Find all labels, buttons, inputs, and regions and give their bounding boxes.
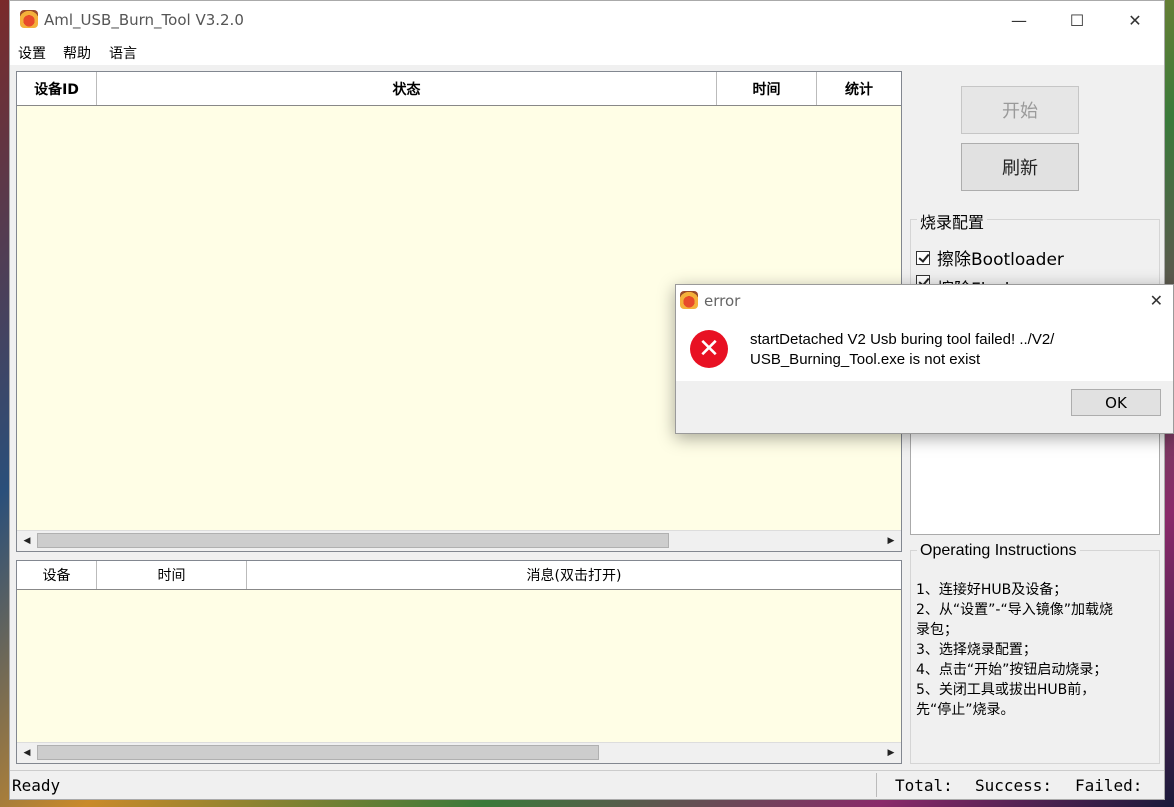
title-bar: Aml_USB_Burn_Tool V3.2.0 — ☐ ✕ xyxy=(10,1,1164,39)
instruction-line: 先“停止”烧录。 xyxy=(916,702,1015,718)
status-ready: Ready xyxy=(12,776,61,795)
log-table-hscrollbar[interactable]: ◀ ▶ xyxy=(17,742,901,763)
instructions-title: Operating Instructions xyxy=(917,542,1080,560)
close-button[interactable]: ✕ xyxy=(1106,1,1164,39)
menu-settings[interactable]: 设置 xyxy=(18,43,46,63)
checkbox-checked-icon xyxy=(916,250,930,265)
col-time[interactable]: 时间 xyxy=(717,72,817,105)
status-success: Success: xyxy=(975,776,1053,795)
device-table-hscrollbar[interactable]: ◀ ▶ xyxy=(17,530,901,551)
dialog-message-line: USB_Burning_Tool.exe is not exist xyxy=(750,351,981,368)
log-table-header: 设备 时间 消息(双击打开) xyxy=(17,561,901,590)
refresh-button[interactable]: 刷新 xyxy=(961,143,1079,191)
col-device-id[interactable]: 设备ID xyxy=(17,72,97,105)
dialog-message: startDetached V2 Usb buring tool failed!… xyxy=(750,330,1054,370)
menu-help[interactable]: 帮助 xyxy=(63,43,91,63)
scroll-right-arrow-icon[interactable]: ▶ xyxy=(883,533,899,549)
erase-bootloader-checkbox[interactable]: 擦除Bootloader xyxy=(916,245,1064,270)
minimize-button[interactable]: — xyxy=(990,1,1048,39)
config-list-box xyxy=(910,421,1160,535)
dialog-message-line: startDetached V2 Usb buring tool failed!… xyxy=(750,331,1055,348)
instruction-line: 5、关闭工具或拔出HUB前， xyxy=(916,682,1096,698)
device-table-header: 设备ID 状态 时间 统计 xyxy=(17,72,901,106)
scroll-left-arrow-icon[interactable]: ◀ xyxy=(19,533,35,549)
col-message[interactable]: 消息(双击打开) xyxy=(247,561,901,589)
dialog-app-icon xyxy=(680,291,698,309)
error-dialog: error ✕ ✕ startDetached V2 Usb buring to… xyxy=(675,284,1174,434)
instruction-line: 4、点击“开始”按钮启动烧录； xyxy=(916,662,1108,678)
log-table: 设备 时间 消息(双击打开) ◀ ▶ xyxy=(16,560,902,764)
menu-language[interactable]: 语言 xyxy=(109,43,137,63)
error-icon: ✕ xyxy=(690,330,728,368)
erase-bootloader-label: 擦除Bootloader xyxy=(937,250,1064,270)
ok-button[interactable]: OK xyxy=(1071,389,1161,416)
window-title: Aml_USB_Burn_Tool V3.2.0 xyxy=(44,11,244,29)
col-stats[interactable]: 统计 xyxy=(817,72,901,105)
col-status[interactable]: 状态 xyxy=(97,72,717,105)
maximize-button[interactable]: ☐ xyxy=(1048,1,1106,39)
col-device[interactable]: 设备 xyxy=(17,561,97,589)
app-icon xyxy=(20,10,38,28)
instructions-text: 1、连接好HUB及设备； 2、从“设置”-“导入镜像”加载烧 录包； 3、选择烧… xyxy=(916,580,1156,720)
start-button[interactable]: 开始 xyxy=(961,86,1079,134)
instruction-line: 2、从“设置”-“导入镜像”加载烧 xyxy=(916,602,1113,618)
col-log-time[interactable]: 时间 xyxy=(97,561,247,589)
dialog-title: error xyxy=(704,292,741,310)
burn-config-title: 烧录配置 xyxy=(917,209,988,233)
scroll-right-arrow-icon[interactable]: ▶ xyxy=(883,745,899,761)
dialog-close-button[interactable]: ✕ xyxy=(1150,291,1163,310)
status-total: Total: xyxy=(895,776,953,795)
status-divider xyxy=(876,773,877,797)
instruction-line: 3、选择烧录配置； xyxy=(916,642,1037,658)
scroll-thumb[interactable] xyxy=(37,533,669,548)
instruction-line: 1、连接好HUB及设备； xyxy=(916,582,1068,598)
status-failed: Failed: xyxy=(1075,776,1143,795)
scroll-thumb[interactable] xyxy=(37,745,599,760)
status-bar: Ready Total: Success: Failed: xyxy=(10,770,1164,799)
menu-bar: 设置 帮助 语言 xyxy=(10,39,1164,65)
dialog-footer: OK xyxy=(676,381,1173,433)
scroll-left-arrow-icon[interactable]: ◀ xyxy=(19,745,35,761)
instruction-line: 录包； xyxy=(916,622,958,638)
